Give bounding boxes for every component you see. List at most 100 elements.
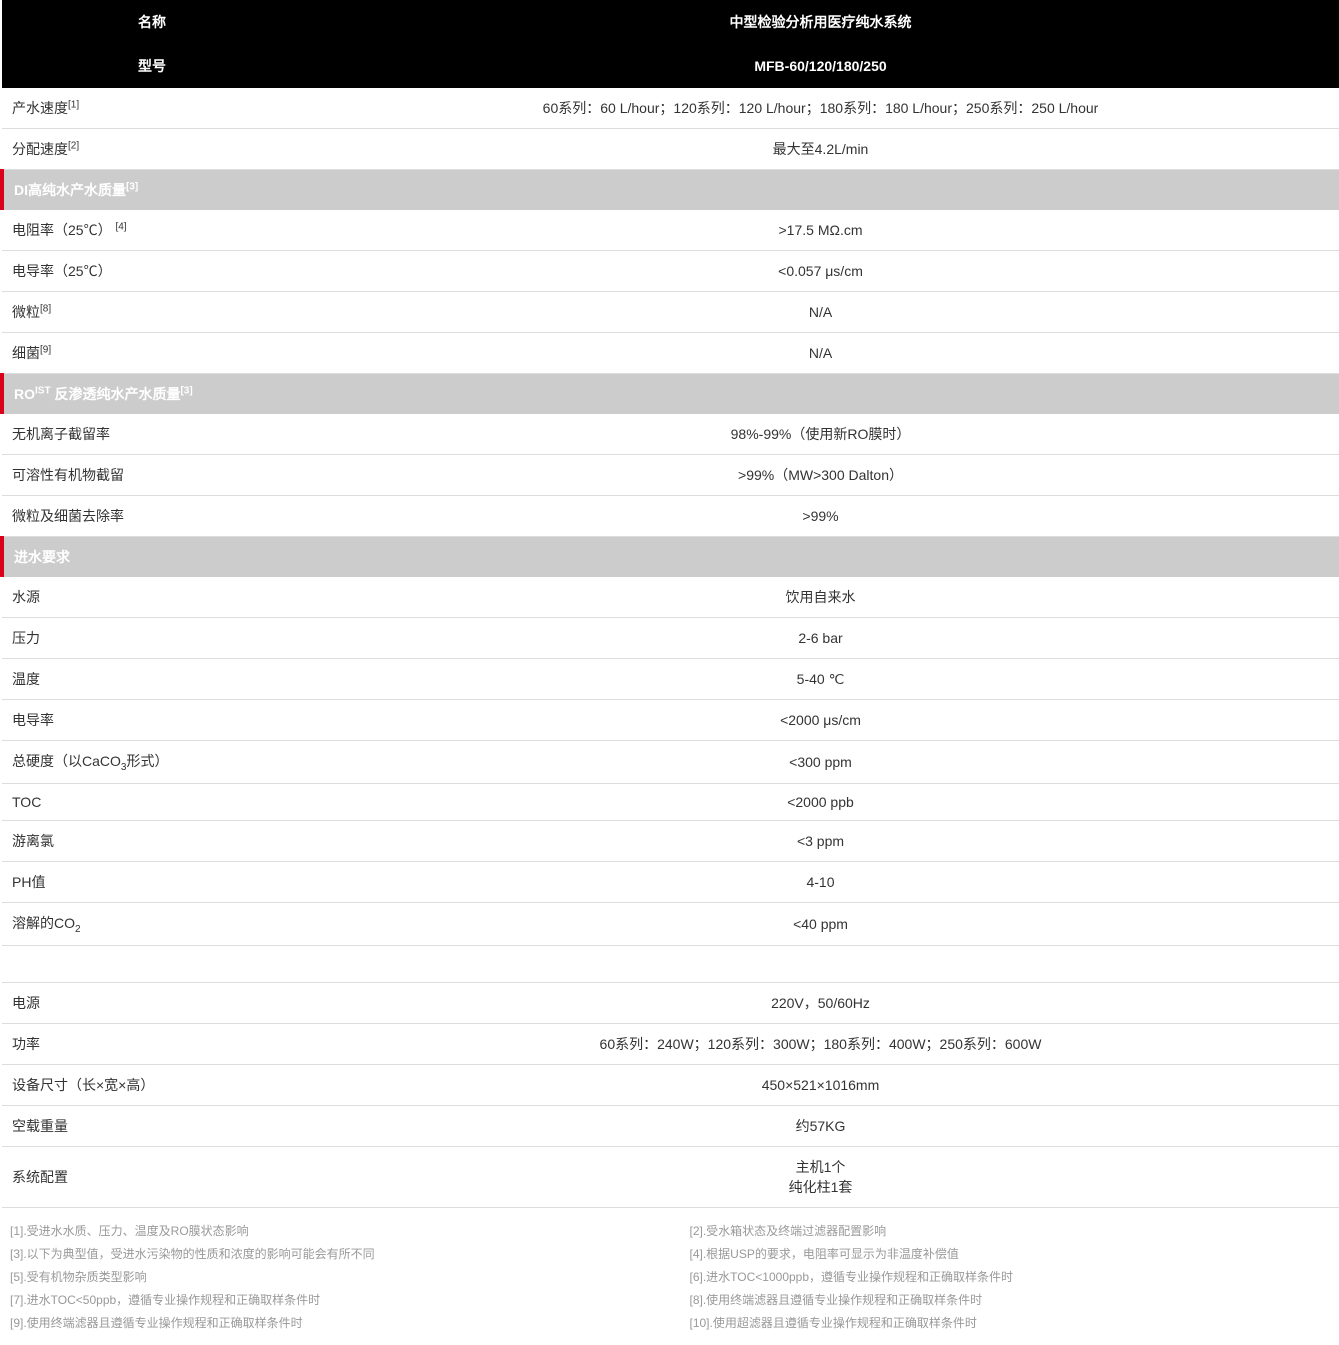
power-src-label: 电源 bbox=[2, 982, 302, 1023]
config-value: 主机1个 纯化柱1套 bbox=[302, 1146, 1339, 1207]
section-ro-sup: [3] bbox=[180, 385, 192, 396]
org-rej-value: >99%（MW>300 Dalton） bbox=[302, 455, 1339, 496]
particles-value: N/A bbox=[302, 292, 1339, 333]
pressure-value: 2-6 bar bbox=[302, 618, 1339, 659]
ph-value: 4-10 bbox=[302, 861, 1339, 902]
particles-label: 微粒 bbox=[12, 304, 40, 320]
header-name-value: 中型检验分析用医疗纯水系统 bbox=[302, 0, 1339, 44]
part-bact-rem-label: 微粒及细菌去除率 bbox=[2, 496, 302, 537]
footnote-9: [9].使用终端滤器且遵循专业操作规程和正确取样条件时 bbox=[10, 1314, 650, 1331]
dim-label: 设备尺寸（长×宽×高） bbox=[2, 1064, 302, 1105]
row-prod-rate: 产水速度[1] 60系列：60 L/hour；120系列：120 L/hour；… bbox=[2, 88, 1339, 129]
row-part-bact-rem: 微粒及细菌去除率 >99% bbox=[2, 496, 1339, 537]
disp-rate-value: 最大至4.2L/min bbox=[302, 129, 1339, 170]
row-weight: 空载重量 约57KG bbox=[2, 1105, 1339, 1146]
weight-label: 空载重量 bbox=[2, 1105, 302, 1146]
row-conductivity25: 电导率（25℃） <0.057 μs/cm bbox=[2, 251, 1339, 292]
resistivity-sup: [4] bbox=[115, 221, 126, 232]
spec-table: 名称 中型检验分析用医疗纯水系统 型号 MFB-60/120/180/250 产… bbox=[0, 0, 1339, 1208]
row-toc: TOC <2000 ppb bbox=[2, 783, 1339, 820]
disp-rate-label: 分配速度 bbox=[12, 141, 68, 157]
header-model-value: MFB-60/120/180/250 bbox=[302, 44, 1339, 88]
section-di: DI高纯水产水质量[3] bbox=[2, 170, 1339, 211]
source-label: 水源 bbox=[2, 577, 302, 618]
resistivity-value: >17.5 MΩ.cm bbox=[302, 210, 1339, 251]
section-di-sup: [3] bbox=[126, 181, 138, 192]
row-hardness: 总硬度（以CaCO3形式） <300 ppm bbox=[2, 741, 1339, 784]
footnote-10: [10].使用超滤器且遵循专业操作规程和正确取样条件时 bbox=[690, 1314, 1330, 1331]
co2-label-pre: 溶解的CO bbox=[12, 915, 75, 931]
resistivity-label: 电阻率（25℃） bbox=[12, 222, 112, 238]
temp-label: 温度 bbox=[2, 659, 302, 700]
prod-rate-label: 产水速度 bbox=[12, 100, 68, 116]
co2-sub: 2 bbox=[75, 924, 81, 935]
particles-sup: [8] bbox=[40, 303, 51, 314]
bacteria-sup: [9] bbox=[40, 344, 51, 355]
power-label: 功率 bbox=[2, 1023, 302, 1064]
weight-value: 约57KG bbox=[302, 1105, 1339, 1146]
power-src-value: 220V，50/60Hz bbox=[302, 982, 1339, 1023]
ion-rej-value: 98%-99%（使用新RO膜时） bbox=[302, 414, 1339, 455]
row-cond: 电导率 <2000 μs/cm bbox=[2, 700, 1339, 741]
section-ro: ROIST 反渗透纯水产水质量[3] bbox=[2, 374, 1339, 415]
row-config: 系统配置 主机1个 纯化柱1套 bbox=[2, 1146, 1339, 1207]
hardness-value: <300 ppm bbox=[302, 741, 1339, 784]
toc-label: TOC bbox=[2, 783, 302, 820]
pressure-label: 压力 bbox=[2, 618, 302, 659]
header-name-row: 名称 中型检验分析用医疗纯水系统 bbox=[2, 0, 1339, 44]
row-spacer bbox=[2, 945, 1339, 982]
source-value: 饮用自来水 bbox=[302, 577, 1339, 618]
section-feed: 进水要求 bbox=[2, 537, 1339, 578]
prod-rate-value: 60系列：60 L/hour；120系列：120 L/hour；180系列：18… bbox=[302, 88, 1339, 129]
part-bact-rem-value: >99% bbox=[302, 496, 1339, 537]
row-freecl: 游离氯 <3 ppm bbox=[2, 820, 1339, 861]
cond-value: <2000 μs/cm bbox=[302, 700, 1339, 741]
row-co2: 溶解的CO2 <40 ppm bbox=[2, 902, 1339, 945]
row-power-src: 电源 220V，50/60Hz bbox=[2, 982, 1339, 1023]
header-model-label: 型号 bbox=[2, 44, 302, 88]
row-disp-rate: 分配速度[2] 最大至4.2L/min bbox=[2, 129, 1339, 170]
section-di-label: DI高纯水产水质量 bbox=[14, 182, 126, 198]
toc-value: <2000 ppb bbox=[302, 783, 1339, 820]
bacteria-value: N/A bbox=[302, 333, 1339, 374]
config-label: 系统配置 bbox=[2, 1146, 302, 1207]
power-value: 60系列：240W；120系列：300W；180系列：400W；250系列：60… bbox=[302, 1023, 1339, 1064]
conductivity25-value: <0.057 μs/cm bbox=[302, 251, 1339, 292]
dim-value: 450×521×1016mm bbox=[302, 1064, 1339, 1105]
footnotes: [1].受进水水质、压力、温度及RO膜状态影响 [2].受水箱状态及终端过滤器配… bbox=[0, 1208, 1339, 1345]
header-name-label: 名称 bbox=[2, 0, 302, 44]
row-ion-rej: 无机离子截留率 98%-99%（使用新RO膜时） bbox=[2, 414, 1339, 455]
row-pressure: 压力 2-6 bar bbox=[2, 618, 1339, 659]
row-particles: 微粒[8] N/A bbox=[2, 292, 1339, 333]
footnote-1: [1].受进水水质、压力、温度及RO膜状态影响 bbox=[10, 1222, 650, 1239]
section-feed-label: 进水要求 bbox=[2, 537, 1339, 578]
ion-rej-label: 无机离子截留率 bbox=[2, 414, 302, 455]
ph-label: PH值 bbox=[2, 861, 302, 902]
row-bacteria: 细菌[9] N/A bbox=[2, 333, 1339, 374]
footnote-8: [8].使用终端滤器且遵循专业操作规程和正确取样条件时 bbox=[690, 1291, 1330, 1308]
row-power: 功率 60系列：240W；120系列：300W；180系列：400W；250系列… bbox=[2, 1023, 1339, 1064]
row-temp: 温度 5-40 ℃ bbox=[2, 659, 1339, 700]
row-resistivity: 电阻率（25℃） [4] >17.5 MΩ.cm bbox=[2, 210, 1339, 251]
disp-rate-sup: [2] bbox=[68, 140, 79, 151]
cond-label: 电导率 bbox=[2, 700, 302, 741]
freecl-value: <3 ppm bbox=[302, 820, 1339, 861]
freecl-label: 游离氯 bbox=[2, 820, 302, 861]
footnote-5: [5].受有机物杂质类型影响 bbox=[10, 1268, 650, 1285]
co2-value: <40 ppm bbox=[302, 902, 1339, 945]
header-model-row: 型号 MFB-60/120/180/250 bbox=[2, 44, 1339, 88]
footnote-7: [7].进水TOC<50ppb，遵循专业操作规程和正确取样条件时 bbox=[10, 1291, 650, 1308]
row-source: 水源 饮用自来水 bbox=[2, 577, 1339, 618]
conductivity25-label: 电导率（25℃） bbox=[2, 251, 302, 292]
org-rej-label: 可溶性有机物截留 bbox=[2, 455, 302, 496]
row-org-rej: 可溶性有机物截留 >99%（MW>300 Dalton） bbox=[2, 455, 1339, 496]
footnote-6: [6].进水TOC<1000ppb，遵循专业操作规程和正确取样条件时 bbox=[690, 1268, 1330, 1285]
hardness-label-post: 形式） bbox=[126, 753, 168, 769]
footnote-2: [2].受水箱状态及终端过滤器配置影响 bbox=[690, 1222, 1330, 1239]
footnote-4: [4].根据USP的要求，电阻率可显示为非温度补偿值 bbox=[690, 1245, 1330, 1262]
temp-value: 5-40 ℃ bbox=[302, 659, 1339, 700]
hardness-label-pre: 总硬度（以CaCO bbox=[12, 753, 121, 769]
row-dim: 设备尺寸（长×宽×高） 450×521×1016mm bbox=[2, 1064, 1339, 1105]
row-ph: PH值 4-10 bbox=[2, 861, 1339, 902]
bacteria-label: 细菌 bbox=[12, 345, 40, 361]
